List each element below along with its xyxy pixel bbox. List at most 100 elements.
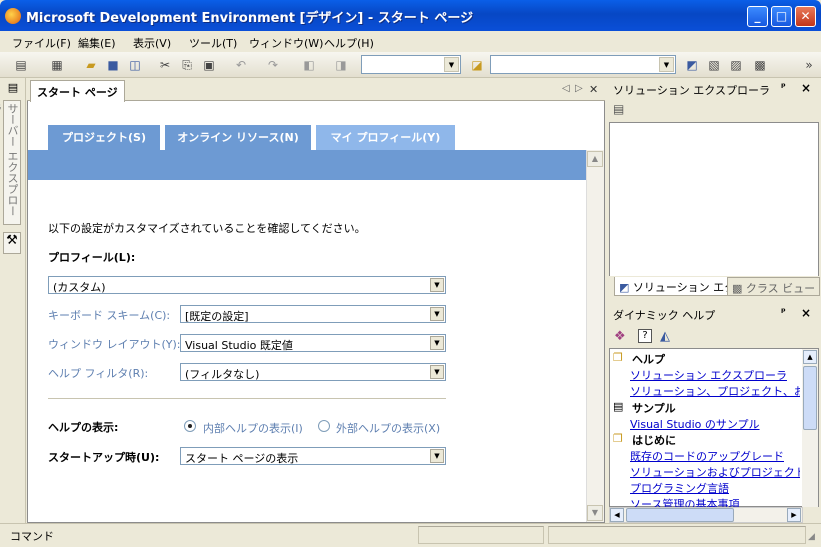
start-page-tab[interactable]: スタート ページ [30,80,125,102]
close-document-icon[interactable]: ✕ [589,83,598,96]
internal-help-radio[interactable] [184,420,196,432]
help-link[interactable]: ソリューション エクスプローラ [630,367,787,383]
getting-started-book-icon: ❐ [613,432,623,445]
samples-section-heading: サンプル [632,402,676,415]
help-section-heading: ヘルプ [632,353,665,366]
profile-select[interactable]: (カスタム) ▼ [48,276,446,294]
tab-class-view[interactable]: ▩ クラス ビュー [727,277,821,296]
app-icon[interactable] [5,8,21,24]
status-panel [548,526,806,544]
external-help-radio[interactable] [318,420,330,432]
close-button[interactable]: ✕ [795,6,816,27]
startup-label: スタートアップ時(U): [48,451,160,464]
toolbar-overflow-icon[interactable]: » [800,56,818,74]
solution-tab-icon: ◩ [619,281,630,294]
help-link[interactable]: ソリューション、プロジェクト、およびファ [630,383,800,399]
book-icon: ❐ [613,351,623,364]
dh-scroll-right-icon[interactable]: ▶ [787,508,801,522]
keyboard-scheme-label: キーボード スキーム(C): [48,309,171,322]
status-panel [418,526,544,544]
dh-hscroll-thumb[interactable] [626,508,734,522]
external-help-label[interactable]: 外部ヘルプの表示(X) [336,420,440,436]
tab-scroll-right-icon[interactable]: ▷ [575,83,583,94]
solution-explorer-icon[interactable]: ◩ [683,56,701,74]
find-in-files-icon[interactable]: ◪ [468,56,486,74]
window-layout-value: Visual Studio 既定値 [185,339,293,352]
toolbox-tab-icon[interactable]: ⚒ [3,232,21,254]
properties-button-icon[interactable]: ▤ [613,102,624,116]
help-filter-label: ヘルプ フィルタ(R): [48,367,149,380]
dynamic-help-title: ダイナミック ヘルプ [613,309,716,322]
server-explorer-icon[interactable]: ▤ [4,81,22,97]
cut-icon[interactable]: ✂ [156,56,174,74]
sample-icon: ▤ [613,400,624,413]
internal-help-label[interactable]: 内部ヘルプの表示(I) [203,420,303,436]
solution-explorer-tree[interactable] [609,122,819,277]
help-filter-select[interactable]: (フィルタなし) ▼ [180,363,446,381]
tab-my-profile[interactable]: マイ プロフィール(Y) [316,125,455,150]
add-item-icon[interactable]: ▦ [48,56,66,74]
find-combo[interactable]: ▼ [490,55,676,74]
class-view-tab-label: クラス ビュー [745,282,816,295]
undo-icon[interactable]: ↶ [232,56,250,74]
copy-icon[interactable]: ⎘ [178,56,196,74]
dynamic-help-close-icon[interactable]: × [801,306,811,320]
help-index-icon[interactable]: ? [638,329,652,343]
solution-explorer-title: ソリューション エクスプローラ [613,84,770,97]
properties-icon[interactable]: ▧ [705,56,723,74]
getting-started-link[interactable]: ソース管理の基本事項 [630,496,739,507]
menu-help[interactable]: ヘルプ(H) [324,35,374,51]
menu-tools[interactable]: ツール(T) [189,35,237,51]
startup-select[interactable]: スタート ページの表示 ▼ [180,447,446,465]
scroll-up-icon[interactable]: ▲ [587,151,603,167]
contents-icon[interactable]: ❖ [614,329,626,344]
navigate-back-icon[interactable]: ◧ [300,56,318,74]
getting-started-link[interactable]: プログラミング言語 [630,480,729,496]
maximize-button[interactable]: □ [771,6,792,27]
minimize-button[interactable]: _ [747,6,768,27]
keyboard-scheme-value: [既定の設定] [185,310,249,323]
status-text: コマンド [10,530,54,543]
save-all-icon[interactable]: ◫ [126,56,144,74]
class-view-icon[interactable]: ▩ [751,56,769,74]
pin-icon[interactable]: ᵖ [781,82,786,93]
keyboard-scheme-select[interactable]: [既定の設定] ▼ [180,305,446,323]
dh-scroll-left-icon[interactable]: ◀ [610,508,624,522]
getting-started-link[interactable]: ソリューションおよびプロジェクトの新規 [630,464,800,480]
toolbox-icon[interactable]: ▨ [727,56,745,74]
resize-grip-icon[interactable]: ◢ [808,532,815,542]
open-folder-icon[interactable]: ▰ [82,56,100,74]
server-explorer-tab[interactable]: サーバー エクスプローラ [0,100,21,225]
tab-projects[interactable]: プロジェクト(S) [48,125,160,150]
paste-icon[interactable]: ▣ [200,56,218,74]
tab-online-resources[interactable]: オンライン リソース(N) [165,125,311,150]
profile-label: プロフィール(L): [48,251,136,264]
search-help-icon[interactable]: ◭ [660,329,670,344]
menu-bar [0,31,821,52]
save-icon[interactable]: ■ [104,56,122,74]
menu-window[interactable]: ウィンドウ(W) [249,35,323,51]
dh-scroll-thumb[interactable] [803,366,817,430]
navigate-forward-icon[interactable]: ◨ [332,56,350,74]
getting-started-link[interactable]: 既存のコードのアップグレード [630,448,784,464]
profile-intro-text: 以下の設定がカスタマイズされていることを確認してください。 [48,222,366,235]
tab-scroll-left-icon[interactable]: ◁ [562,83,570,94]
class-view-tab-icon: ▩ [732,282,743,295]
startup-value: スタート ページの表示 [185,452,299,465]
scroll-down-icon[interactable]: ▼ [587,505,603,521]
solution-explorer-close-icon[interactable]: × [801,81,811,95]
dh-scroll-up-icon[interactable]: ▲ [803,350,817,364]
solution-explorer-header: ソリューション エクスプローラ [609,80,819,98]
getting-started-heading: はじめに [632,434,676,447]
document-scrollbar[interactable] [586,150,604,522]
window-layout-select[interactable]: Visual Studio 既定値 ▼ [180,334,446,352]
menu-file[interactable]: ファイル(F) [12,35,71,51]
dynamic-help-pin-icon[interactable]: ᵖ [781,307,786,318]
redo-icon[interactable]: ↷ [264,56,282,74]
new-project-icon[interactable]: ▤ [12,56,30,74]
solution-config-combo[interactable]: ▼ [361,55,461,74]
banner-strip [28,150,586,180]
menu-view[interactable]: 表示(V) [133,35,171,51]
menu-edit[interactable]: 編集(E) [78,35,116,51]
samples-link[interactable]: Visual Studio のサンプル [630,416,760,432]
